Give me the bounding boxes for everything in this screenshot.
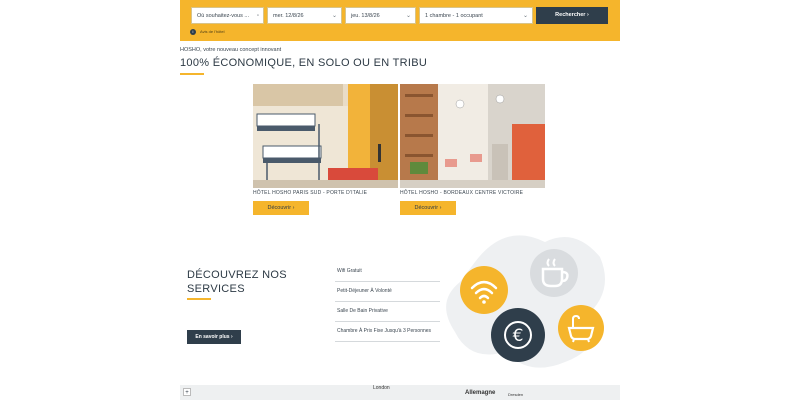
search-bar: Où souhaitez-vous ... ▫ mer. 12/8/26 ⌄ j… [180, 0, 620, 41]
rooms-select[interactable]: 1 chambre - 1 occupant ⌄ [419, 7, 533, 24]
hotel-name: HÔTEL HOSHO PARIS SUD - PORTE D'ITALIE [253, 190, 368, 196]
chevron-down-icon: ⌄ [331, 13, 337, 19]
hotel-lobby-image [400, 84, 545, 188]
services-title: DÉCOUVREZ NOS SERVICES [187, 268, 287, 296]
checkin-date-field[interactable]: mer. 12/8/26 ⌄ [267, 7, 342, 24]
learn-more-button[interactable]: En savoir plus › [187, 330, 241, 344]
bathtub-icon [558, 305, 604, 351]
search-button-label: Rechercher [555, 12, 586, 18]
tagline: HOSHO, votre nouveau concept innovant [180, 47, 282, 53]
destination-placeholder: Où souhaitez-vous ... [197, 13, 249, 19]
checkout-value: jeu. 13/8/26 [351, 13, 380, 19]
chevron-right-icon: › [292, 205, 295, 211]
services-title-line: SERVICES [187, 283, 245, 295]
euro-icon: € [491, 308, 545, 362]
wifi-icon [460, 266, 508, 314]
hotel-photo[interactable] [400, 84, 545, 188]
info-icon: i [190, 29, 196, 35]
clear-icon: ▫ [256, 13, 259, 19]
hotel-name: HÔTEL HOSHO - BORDEAUX CENTRE VICTOIRE [400, 190, 524, 196]
hotel-card: HÔTEL HOSHO - BORDEAUX CENTRE VICTOIRE D… [400, 84, 545, 215]
legal-text: Avis de l'hôtel [200, 29, 225, 35]
chevron-right-icon: › [439, 205, 442, 211]
search-button[interactable]: Rechercher › [536, 7, 608, 24]
hotel-card: HÔTEL HOSHO PARIS SUD - PORTE D'ITALIE D… [253, 84, 398, 215]
services-list: Wifi Gratuit Petit-Déjeuner À Volonté Sa… [335, 262, 440, 342]
zoom-in-button[interactable]: + [183, 388, 191, 396]
destination-input[interactable]: Où souhaitez-vous ... ▫ [191, 7, 264, 24]
discover-button[interactable]: Découvrir › [400, 201, 456, 215]
discover-button[interactable]: Découvrir › [253, 201, 309, 215]
chevron-down-icon: ⌄ [405, 13, 411, 19]
learn-more-label: En savoir plus [195, 334, 230, 340]
hotel-map[interactable]: + London Allemagne Dresden [180, 385, 620, 400]
discover-button-label: Découvrir [414, 205, 439, 211]
page: Où souhaitez-vous ... ▫ mer. 12/8/26 ⌄ j… [180, 0, 620, 400]
legal-notice[interactable]: i Avis de l'hôtel [190, 29, 224, 35]
service-item: Salle De Bain Privative [335, 302, 440, 322]
services-title-underline [187, 298, 211, 300]
service-item: Chambre À Prix Fixe Jusqu'à 3 Personnes [335, 322, 440, 342]
discover-button-label: Découvrir [267, 205, 292, 211]
map-label: Dresden [508, 392, 524, 397]
checkout-date-field[interactable]: jeu. 13/8/26 ⌄ [345, 7, 416, 24]
map-label: London [373, 385, 390, 391]
checkin-value: mer. 12/8/26 [273, 13, 304, 19]
services-title-line: DÉCOUVREZ NOS [187, 269, 287, 281]
chevron-right-icon: › [230, 334, 233, 340]
chevron-right-icon: › [586, 12, 589, 18]
hotel-photo[interactable] [253, 84, 398, 188]
coffee-cup-icon [530, 249, 578, 297]
title-underline [180, 73, 204, 75]
chevron-down-icon: ⌄ [522, 13, 528, 19]
page-title: 100% ÉCONOMIQUE, EN SOLO OU EN TRIBU [180, 57, 428, 69]
map-label: Allemagne [465, 390, 496, 396]
svg-text:€: € [513, 326, 524, 346]
rooms-value: 1 chambre - 1 occupant [425, 13, 483, 19]
service-item: Petit-Déjeuner À Volonté [335, 282, 440, 302]
hotel-room-image [253, 84, 398, 188]
service-item: Wifi Gratuit [335, 262, 440, 282]
